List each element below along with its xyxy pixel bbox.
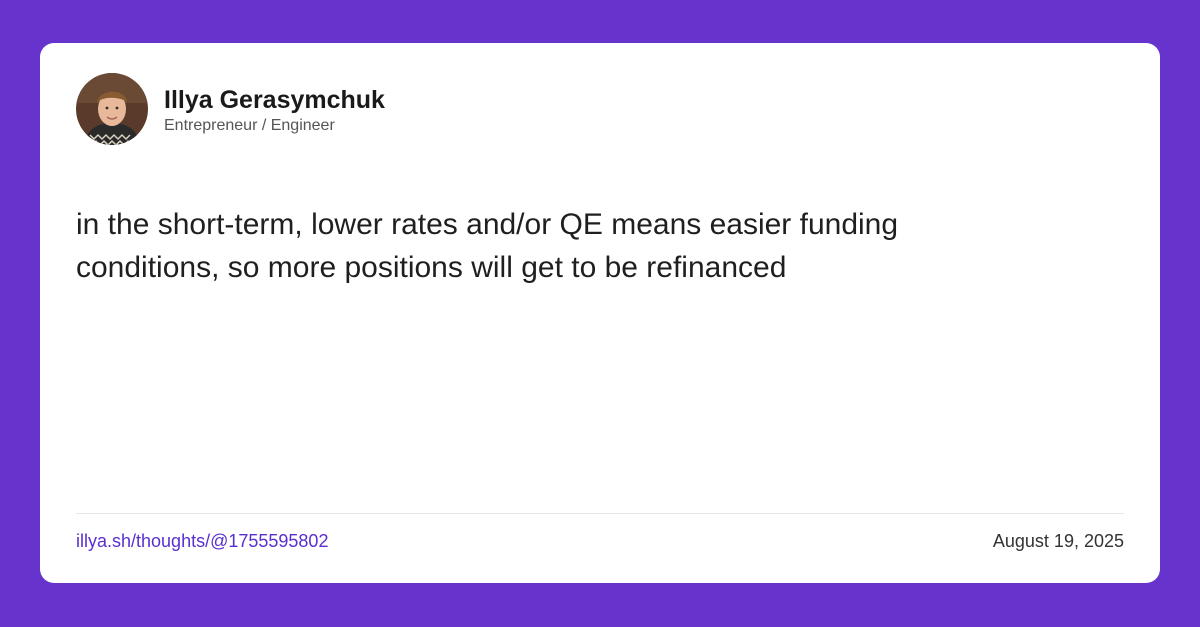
avatar-photo-icon [76, 73, 148, 145]
thought-permalink[interactable]: illya.sh/thoughts/@1755595802 [76, 530, 328, 552]
post-date: August 19, 2025 [992, 531, 1124, 551]
author-name: Illya Gerasymchuk [164, 85, 385, 114]
author-header: Illya Gerasymchuk Entrepreneur / Enginee… [76, 73, 385, 145]
thought-card: Illya Gerasymchuk Entrepreneur / Enginee… [40, 43, 1160, 583]
author-role: Entrepreneur / Engineer [164, 116, 335, 134]
footer-divider [76, 513, 1124, 514]
post-text: in the short-term, lower rates and/or QE… [76, 208, 899, 284]
